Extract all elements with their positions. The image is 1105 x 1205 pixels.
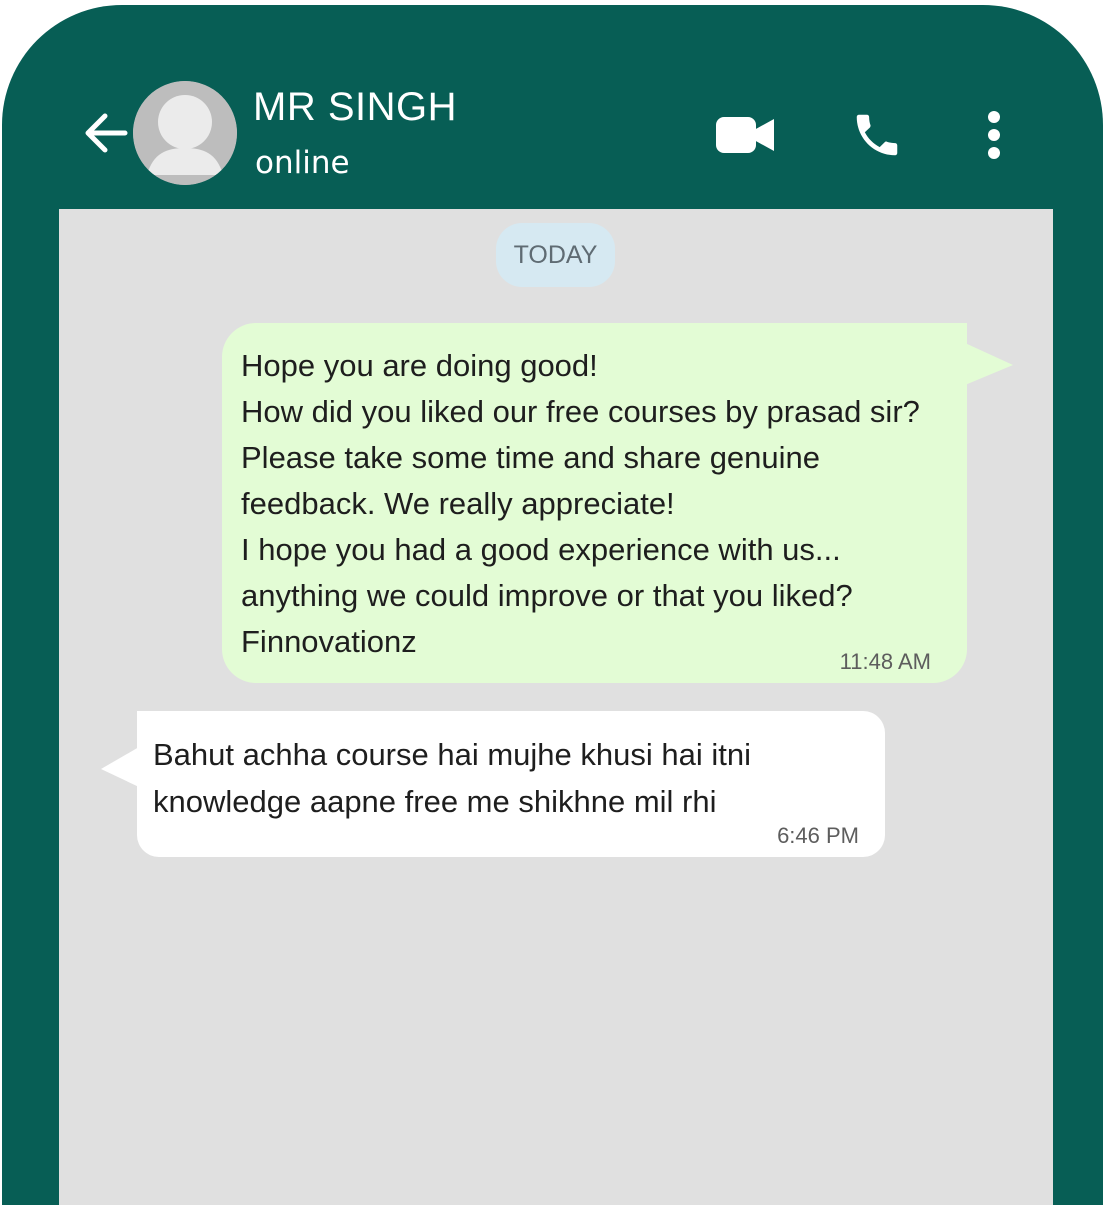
chat-area[interactable]: TODAY Hope you are doing good! How did y…: [59, 209, 1053, 1205]
bubble-tail: [965, 343, 1013, 385]
video-call-icon: [716, 117, 774, 153]
video-call-button[interactable]: [708, 107, 782, 163]
contact-name[interactable]: MR SINGH: [253, 85, 457, 130]
avatar-placeholder-icon: [133, 81, 237, 185]
more-options-button[interactable]: [974, 103, 1014, 167]
date-divider: TODAY: [496, 223, 615, 287]
message-text: Hope you are doing good! How did you lik…: [241, 348, 920, 659]
phone-frame: MR SINGH online TODAY Hope you are doing…: [2, 5, 1103, 1205]
message-time: 11:48 AM: [839, 649, 931, 674]
contact-status: online: [255, 145, 350, 181]
bubble-tail: [101, 747, 139, 787]
more-vertical-icon: [988, 111, 1000, 159]
message-time: 6:46 PM: [777, 823, 859, 848]
back-arrow-icon[interactable]: [78, 105, 134, 161]
avatar[interactable]: [133, 81, 237, 185]
message-text: Bahut achha course hai mujhe khusi hai i…: [153, 737, 760, 819]
incoming-message[interactable]: Bahut achha course hai mujhe khusi hai i…: [101, 711, 885, 857]
phone-icon: [856, 114, 898, 156]
voice-call-button[interactable]: [842, 103, 912, 167]
outgoing-message[interactable]: Hope you are doing good! How did you lik…: [222, 323, 1013, 683]
